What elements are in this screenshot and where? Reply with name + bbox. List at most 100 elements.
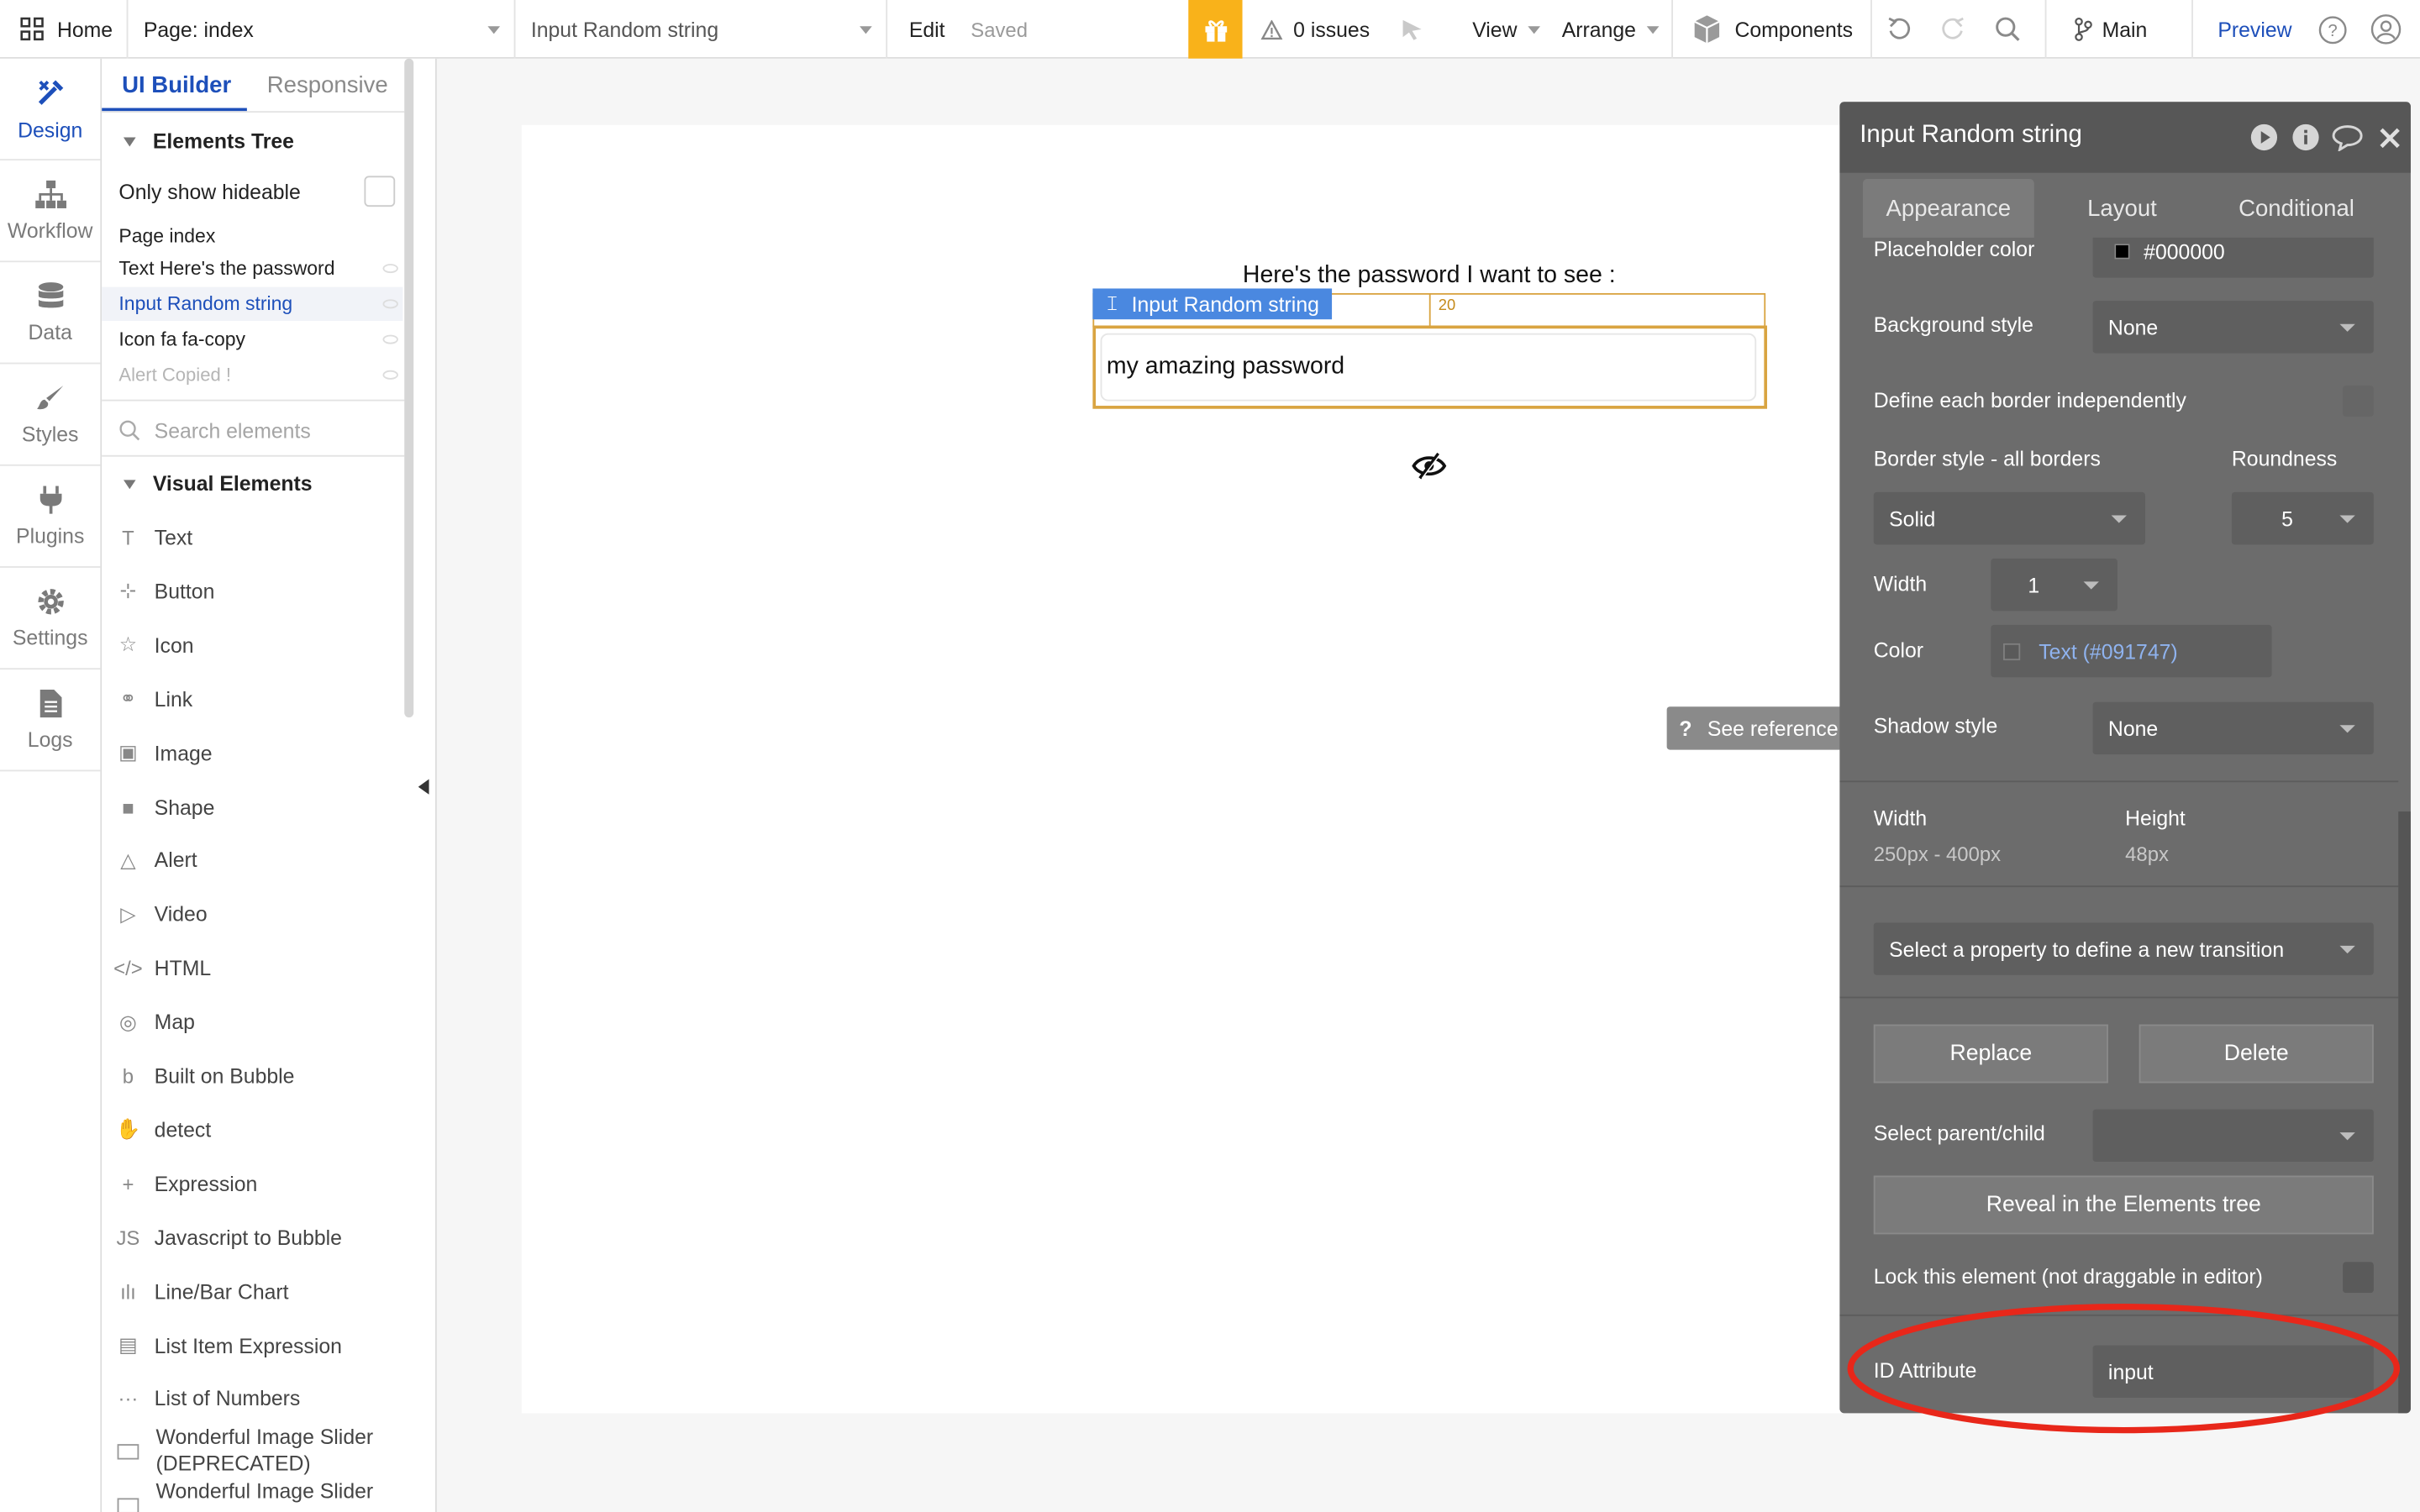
- rail-styles[interactable]: Styles: [0, 364, 101, 466]
- tab-layout[interactable]: Layout: [2037, 179, 2207, 238]
- help-button[interactable]: ?: [2318, 0, 2348, 59]
- divider: [1671, 0, 1673, 59]
- edit-menu[interactable]: Edit: [909, 0, 945, 59]
- visual-item[interactable]: ⚭ Link: [102, 672, 404, 726]
- placeholder-color-field[interactable]: #000000: [2092, 237, 2374, 278]
- transition-dropdown[interactable]: Select a property to define a new transi…: [1873, 922, 2374, 975]
- border-style-label: Border style - all borders: [1873, 447, 2101, 471]
- rail-workflow[interactable]: Workflow: [0, 160, 101, 263]
- components-button[interactable]: Components: [1691, 0, 1853, 59]
- issues-indicator[interactable]: 0 issues: [1260, 0, 1370, 59]
- visual-item-label: Shape: [154, 795, 215, 819]
- profile-button[interactable]: [2370, 0, 2402, 59]
- search-elements[interactable]: Search elements: [118, 413, 397, 447]
- tree-item[interactable]: Text Here's the password: [102, 251, 402, 285]
- help-icon: ?: [2318, 14, 2348, 44]
- undo-button[interactable]: [1886, 0, 1913, 59]
- home-button[interactable]: Home: [20, 0, 113, 59]
- eye-icon[interactable]: [382, 370, 398, 380]
- visual-item-wonderful[interactable]: Wonderful Image Slider (DEPRECATED) Wond…: [102, 1422, 404, 1512]
- visual-item[interactable]: </> HTML: [102, 942, 404, 995]
- visual-item[interactable]: b Built on Bubble: [102, 1049, 404, 1103]
- rail-label: Plugins: [16, 524, 85, 549]
- play-icon[interactable]: [2250, 123, 2278, 151]
- delete-button[interactable]: Delete: [2139, 1024, 2374, 1084]
- parent-child-dropdown[interactable]: [2092, 1109, 2374, 1163]
- border-color-field[interactable]: Text (#091747): [1991, 624, 2272, 678]
- reveal-in-tree-button[interactable]: Reveal in the Elements tree: [1873, 1175, 2374, 1235]
- element-type-icon: b: [122, 1064, 134, 1088]
- eye-icon[interactable]: [382, 299, 398, 309]
- eye-slash-icon[interactable]: [1411, 452, 1448, 480]
- slider-icon: [117, 1444, 139, 1460]
- rail-design[interactable]: Design: [0, 59, 101, 161]
- visual-item[interactable]: T Text: [102, 511, 404, 564]
- visual-item[interactable]: △ Alert: [102, 834, 404, 888]
- element-type-icon: ▤: [118, 1332, 138, 1357]
- border-width-dropdown[interactable]: 1: [1991, 558, 2118, 612]
- arrange-menu[interactable]: Arrange: [1562, 0, 1660, 59]
- visual-item[interactable]: JS Javascript to Bubble: [102, 1210, 404, 1264]
- rail-settings[interactable]: Settings: [0, 568, 101, 670]
- preview-button[interactable]: Preview: [2217, 0, 2291, 59]
- only-hideable-checkbox[interactable]: [364, 176, 396, 207]
- visual-item[interactable]: + Expression: [102, 1157, 404, 1210]
- chevron-down-icon: [2339, 725, 2355, 733]
- replace-button[interactable]: Replace: [1873, 1024, 2108, 1084]
- inspect-cursor-button[interactable]: [1400, 0, 1424, 59]
- visual-item[interactable]: ◎ Map: [102, 995, 404, 1049]
- search-icon: [1994, 15, 2022, 43]
- comment-icon[interactable]: [2332, 125, 2363, 151]
- visual-item[interactable]: ▣ Image: [102, 726, 404, 780]
- eye-icon[interactable]: [382, 264, 398, 274]
- info-icon[interactable]: [2291, 123, 2319, 151]
- redo-button[interactable]: [1939, 0, 1966, 59]
- tree-item-selected[interactable]: Input Random string: [102, 286, 403, 322]
- search-icon: [118, 420, 140, 442]
- tree-item[interactable]: Page index: [102, 219, 402, 253]
- password-heading-text[interactable]: Here's the password I want to see :: [1092, 262, 1765, 290]
- divider: [2191, 0, 2193, 59]
- selected-element-tag[interactable]: 𝙸 Input Random string: [1092, 288, 1332, 320]
- rail-data[interactable]: Data: [0, 262, 101, 365]
- visual-item[interactable]: ■ Shape: [102, 780, 404, 833]
- page-selector[interactable]: Page: index: [144, 0, 508, 59]
- element-type-icon: ⊹: [119, 579, 137, 603]
- visual-item[interactable]: ☆ Icon: [102, 618, 404, 672]
- search-button[interactable]: [1994, 0, 2022, 59]
- visual-item[interactable]: ▷ Video: [102, 888, 404, 942]
- visual-item[interactable]: ··· List of Numbers: [102, 1373, 404, 1426]
- tree-item[interactable]: Icon fa fa-copy: [102, 323, 402, 356]
- element-selector[interactable]: Input Random string: [531, 0, 874, 59]
- branch-selector[interactable]: Main: [2075, 0, 2147, 59]
- visual-elements-header[interactable]: Visual Elements: [123, 472, 313, 496]
- roundness-dropdown[interactable]: 5: [2231, 491, 2374, 545]
- shadow-style-dropdown[interactable]: None: [2092, 701, 2374, 755]
- tab-appearance[interactable]: Appearance: [1862, 179, 2034, 238]
- close-icon[interactable]: [2380, 128, 2400, 149]
- tree-item-hidden[interactable]: Alert Copied !: [102, 358, 402, 391]
- border-style-dropdown[interactable]: Solid: [1873, 491, 2146, 545]
- view-menu[interactable]: View: [1472, 0, 1541, 59]
- visual-item[interactable]: ılı Line/Bar Chart: [102, 1264, 404, 1318]
- divider: [886, 0, 888, 59]
- panel-scrollbar[interactable]: [404, 58, 414, 718]
- define-border-checkbox[interactable]: [2343, 386, 2374, 417]
- visual-item[interactable]: ▤ List Item Expression: [102, 1318, 404, 1372]
- password-input[interactable]: my amazing password: [1100, 333, 1757, 402]
- rail-logs[interactable]: Logs: [0, 669, 101, 772]
- rail-plugins[interactable]: Plugins: [0, 466, 101, 568]
- tab-responsive[interactable]: Responsive: [267, 59, 388, 111]
- visual-item[interactable]: ⊹ Button: [102, 564, 404, 618]
- tab-ui-builder[interactable]: UI Builder: [122, 59, 231, 111]
- visual-item[interactable]: ✋ detect: [102, 1103, 404, 1157]
- tab-conditional[interactable]: Conditional: [2210, 179, 2383, 238]
- gift-button[interactable]: [1188, 0, 1243, 59]
- collapse-panel-button[interactable]: [418, 779, 429, 795]
- lock-element-checkbox[interactable]: [2343, 1262, 2374, 1294]
- visual-item-label: Wonderful Image Slider: [155, 1425, 374, 1449]
- elements-tree-header[interactable]: Elements Tree: [123, 129, 294, 153]
- background-style-dropdown[interactable]: None: [2092, 301, 2374, 354]
- dropdown-value: Select a property to define a new transi…: [1889, 937, 2285, 961]
- eye-icon[interactable]: [382, 334, 398, 344]
